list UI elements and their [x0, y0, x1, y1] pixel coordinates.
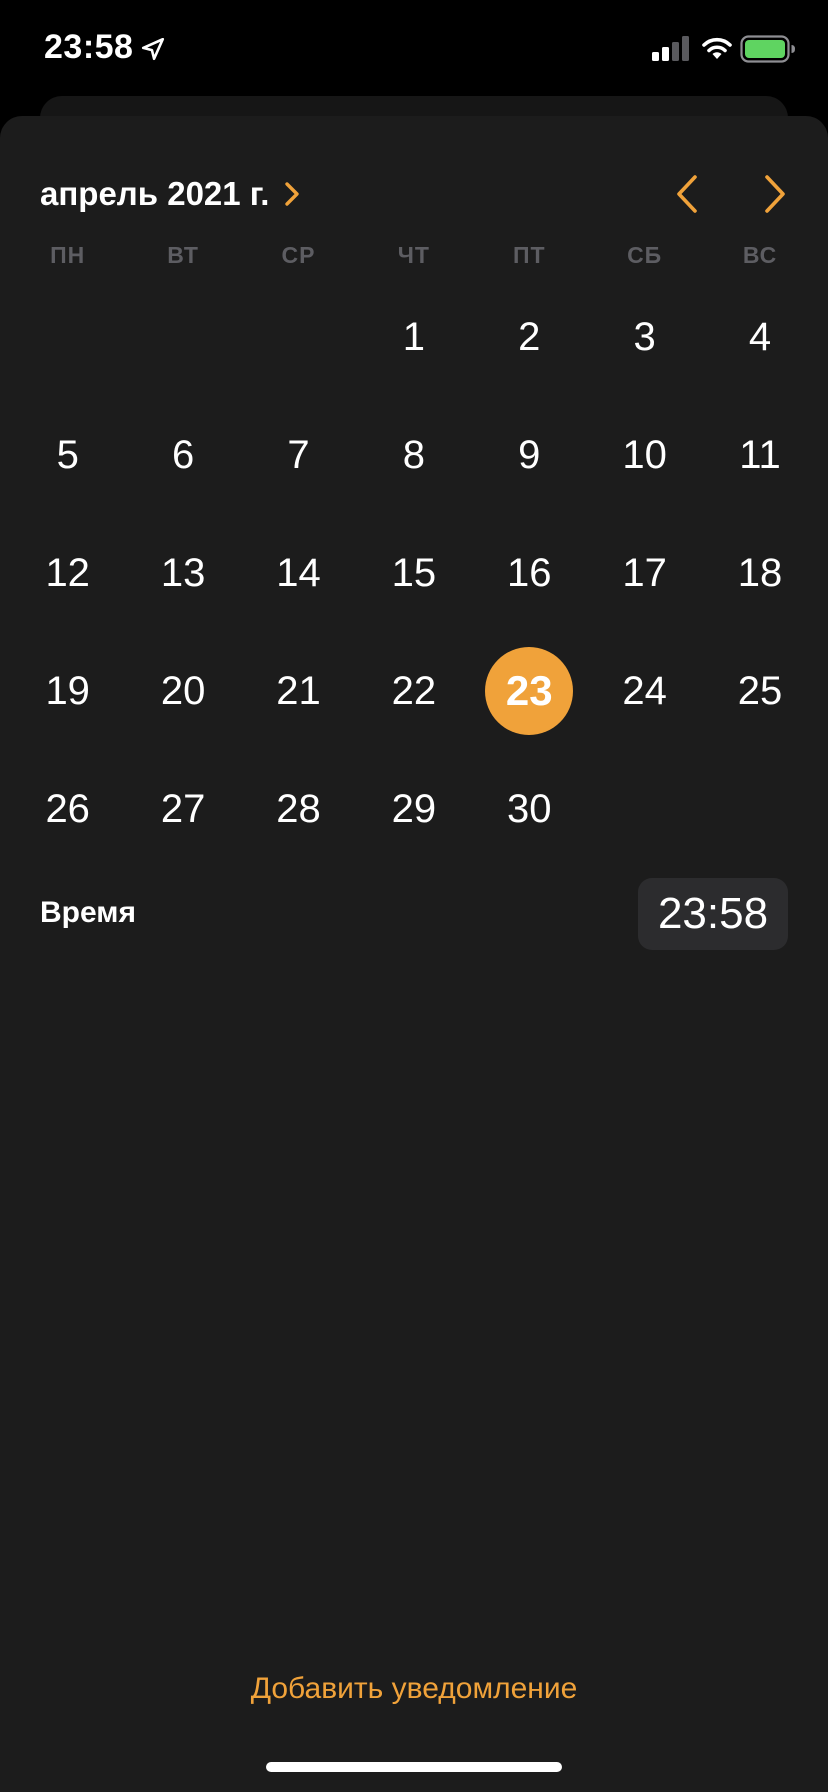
calendar-day[interactable]: 27 [125, 750, 240, 868]
calendar-day[interactable]: 3 [587, 278, 702, 396]
calendar-day[interactable]: 2 [472, 278, 587, 396]
day-number: 5 [56, 432, 79, 477]
calendar-day[interactable]: 17 [587, 514, 702, 632]
calendar-day[interactable]: 30 [472, 750, 587, 868]
day-number: 14 [276, 550, 321, 595]
day-number: 22 [391, 668, 437, 713]
day-number: 18 [737, 550, 783, 595]
battery-icon [740, 35, 795, 63]
weekday-label: СР [281, 242, 316, 268]
calendar-day[interactable]: 12 [10, 514, 125, 632]
calendar-week: 26 27 28 29 30 [10, 750, 818, 868]
previous-month-button[interactable] [672, 172, 702, 216]
weekday-label: СБ [627, 242, 663, 268]
wifi-icon [702, 37, 732, 59]
calendar-day[interactable]: 1 [356, 278, 471, 396]
day-number: 7 [287, 432, 310, 477]
time-label: Время [40, 896, 136, 929]
calendar-day-empty [587, 750, 702, 868]
calendar-week: 5 6 7 8 9 10 11 [10, 396, 818, 514]
chevron-left-icon [677, 175, 697, 213]
day-number: 30 [507, 786, 552, 831]
day-number: 17 [622, 550, 667, 595]
month-title: апрель 2021 г. [40, 175, 270, 212]
calendar-day[interactable]: 4 [702, 278, 817, 396]
calendar-day-empty [125, 278, 240, 396]
calendar-day[interactable]: 24 [587, 632, 702, 750]
chevron-right-icon [765, 175, 785, 213]
day-number: 16 [507, 550, 552, 595]
calendar-day-selected[interactable]: 23 [472, 632, 587, 750]
weekday-label: ВТ [167, 242, 199, 268]
day-number: 15 [391, 550, 437, 595]
day-number: 11 [739, 432, 781, 477]
day-number: 24 [622, 668, 667, 713]
weekday-header: ПН ВТ СР ЧТ ПТ СБ ВС [10, 242, 818, 278]
calendar-day[interactable]: 7 [241, 396, 356, 514]
calendar-day[interactable]: 19 [10, 632, 125, 750]
day-number: 1 [402, 314, 425, 359]
calendar-day[interactable]: 8 [356, 396, 471, 514]
calendar-day-empty [10, 278, 125, 396]
day-number: 9 [518, 432, 541, 477]
time-picker-button[interactable]: 23:58 [638, 878, 788, 950]
weekday-label: ПТ [512, 242, 546, 268]
calendar-day[interactable]: 18 [702, 514, 817, 632]
time-row: Время 23:58 [40, 876, 788, 952]
day-number: 12 [45, 550, 90, 595]
calendar-day[interactable]: 28 [241, 750, 356, 868]
month-year-selector[interactable]: апрель 2021 г. [40, 172, 301, 216]
calendar-week: 12 13 14 15 16 17 18 [10, 514, 818, 632]
day-number: 23 [505, 667, 553, 714]
day-number: 19 [45, 668, 90, 713]
day-number: 10 [622, 432, 667, 477]
add-notification-button[interactable]: Добавить уведомление [0, 1672, 828, 1706]
calendar-day[interactable]: 25 [702, 632, 817, 750]
home-indicator[interactable] [266, 1762, 562, 1772]
day-number: 2 [518, 314, 541, 359]
calendar-day[interactable]: 21 [241, 632, 356, 750]
day-number: 25 [737, 668, 783, 713]
day-number: 13 [160, 550, 206, 595]
calendar-day[interactable]: 29 [356, 750, 471, 868]
calendar-day[interactable]: 20 [125, 632, 240, 750]
day-number: 21 [276, 668, 321, 713]
day-number: 8 [402, 432, 425, 477]
calendar-day[interactable]: 5 [10, 396, 125, 514]
calendar-day[interactable]: 16 [472, 514, 587, 632]
status-time: 23:58 [44, 28, 134, 66]
calendar-day[interactable]: 26 [10, 750, 125, 868]
calendar-day[interactable]: 13 [125, 514, 240, 632]
day-number: 27 [160, 786, 206, 831]
calendar-day[interactable]: 22 [356, 632, 471, 750]
calendar-day[interactable]: 10 [587, 396, 702, 514]
weekday-label: ПН [50, 242, 86, 268]
cellular-signal-icon [652, 36, 689, 61]
calendar-day[interactable]: 11 [702, 396, 817, 514]
calendar-week: 1 2 3 4 [10, 278, 818, 396]
calendar-day-empty [702, 750, 817, 868]
day-number: 4 [748, 314, 772, 359]
day-number: 20 [160, 668, 206, 713]
status-bar: 23:58 [0, 0, 828, 100]
day-number: 26 [45, 786, 90, 831]
day-number: 28 [276, 786, 321, 831]
chevron-right-icon [285, 182, 300, 206]
day-number: 3 [633, 314, 656, 359]
day-number: 29 [391, 786, 437, 831]
weekday-label: ЧТ [397, 242, 430, 268]
calendar-day[interactable]: 14 [241, 514, 356, 632]
calendar-day-empty [241, 278, 356, 396]
calendar-day[interactable]: 9 [472, 396, 587, 514]
calendar-day[interactable]: 6 [125, 396, 240, 514]
location-arrow-icon [141, 37, 165, 61]
calendar-week: 19 20 21 22 23 24 25 [10, 632, 818, 750]
weekday-label: ВС [742, 242, 778, 268]
day-number: 6 [171, 432, 195, 477]
calendar-day[interactable]: 15 [356, 514, 471, 632]
calendar-grid: 1 2 3 4 5 6 7 8 9 10 11 12 13 14 15 16 1… [10, 278, 818, 868]
next-month-button[interactable] [760, 172, 790, 216]
